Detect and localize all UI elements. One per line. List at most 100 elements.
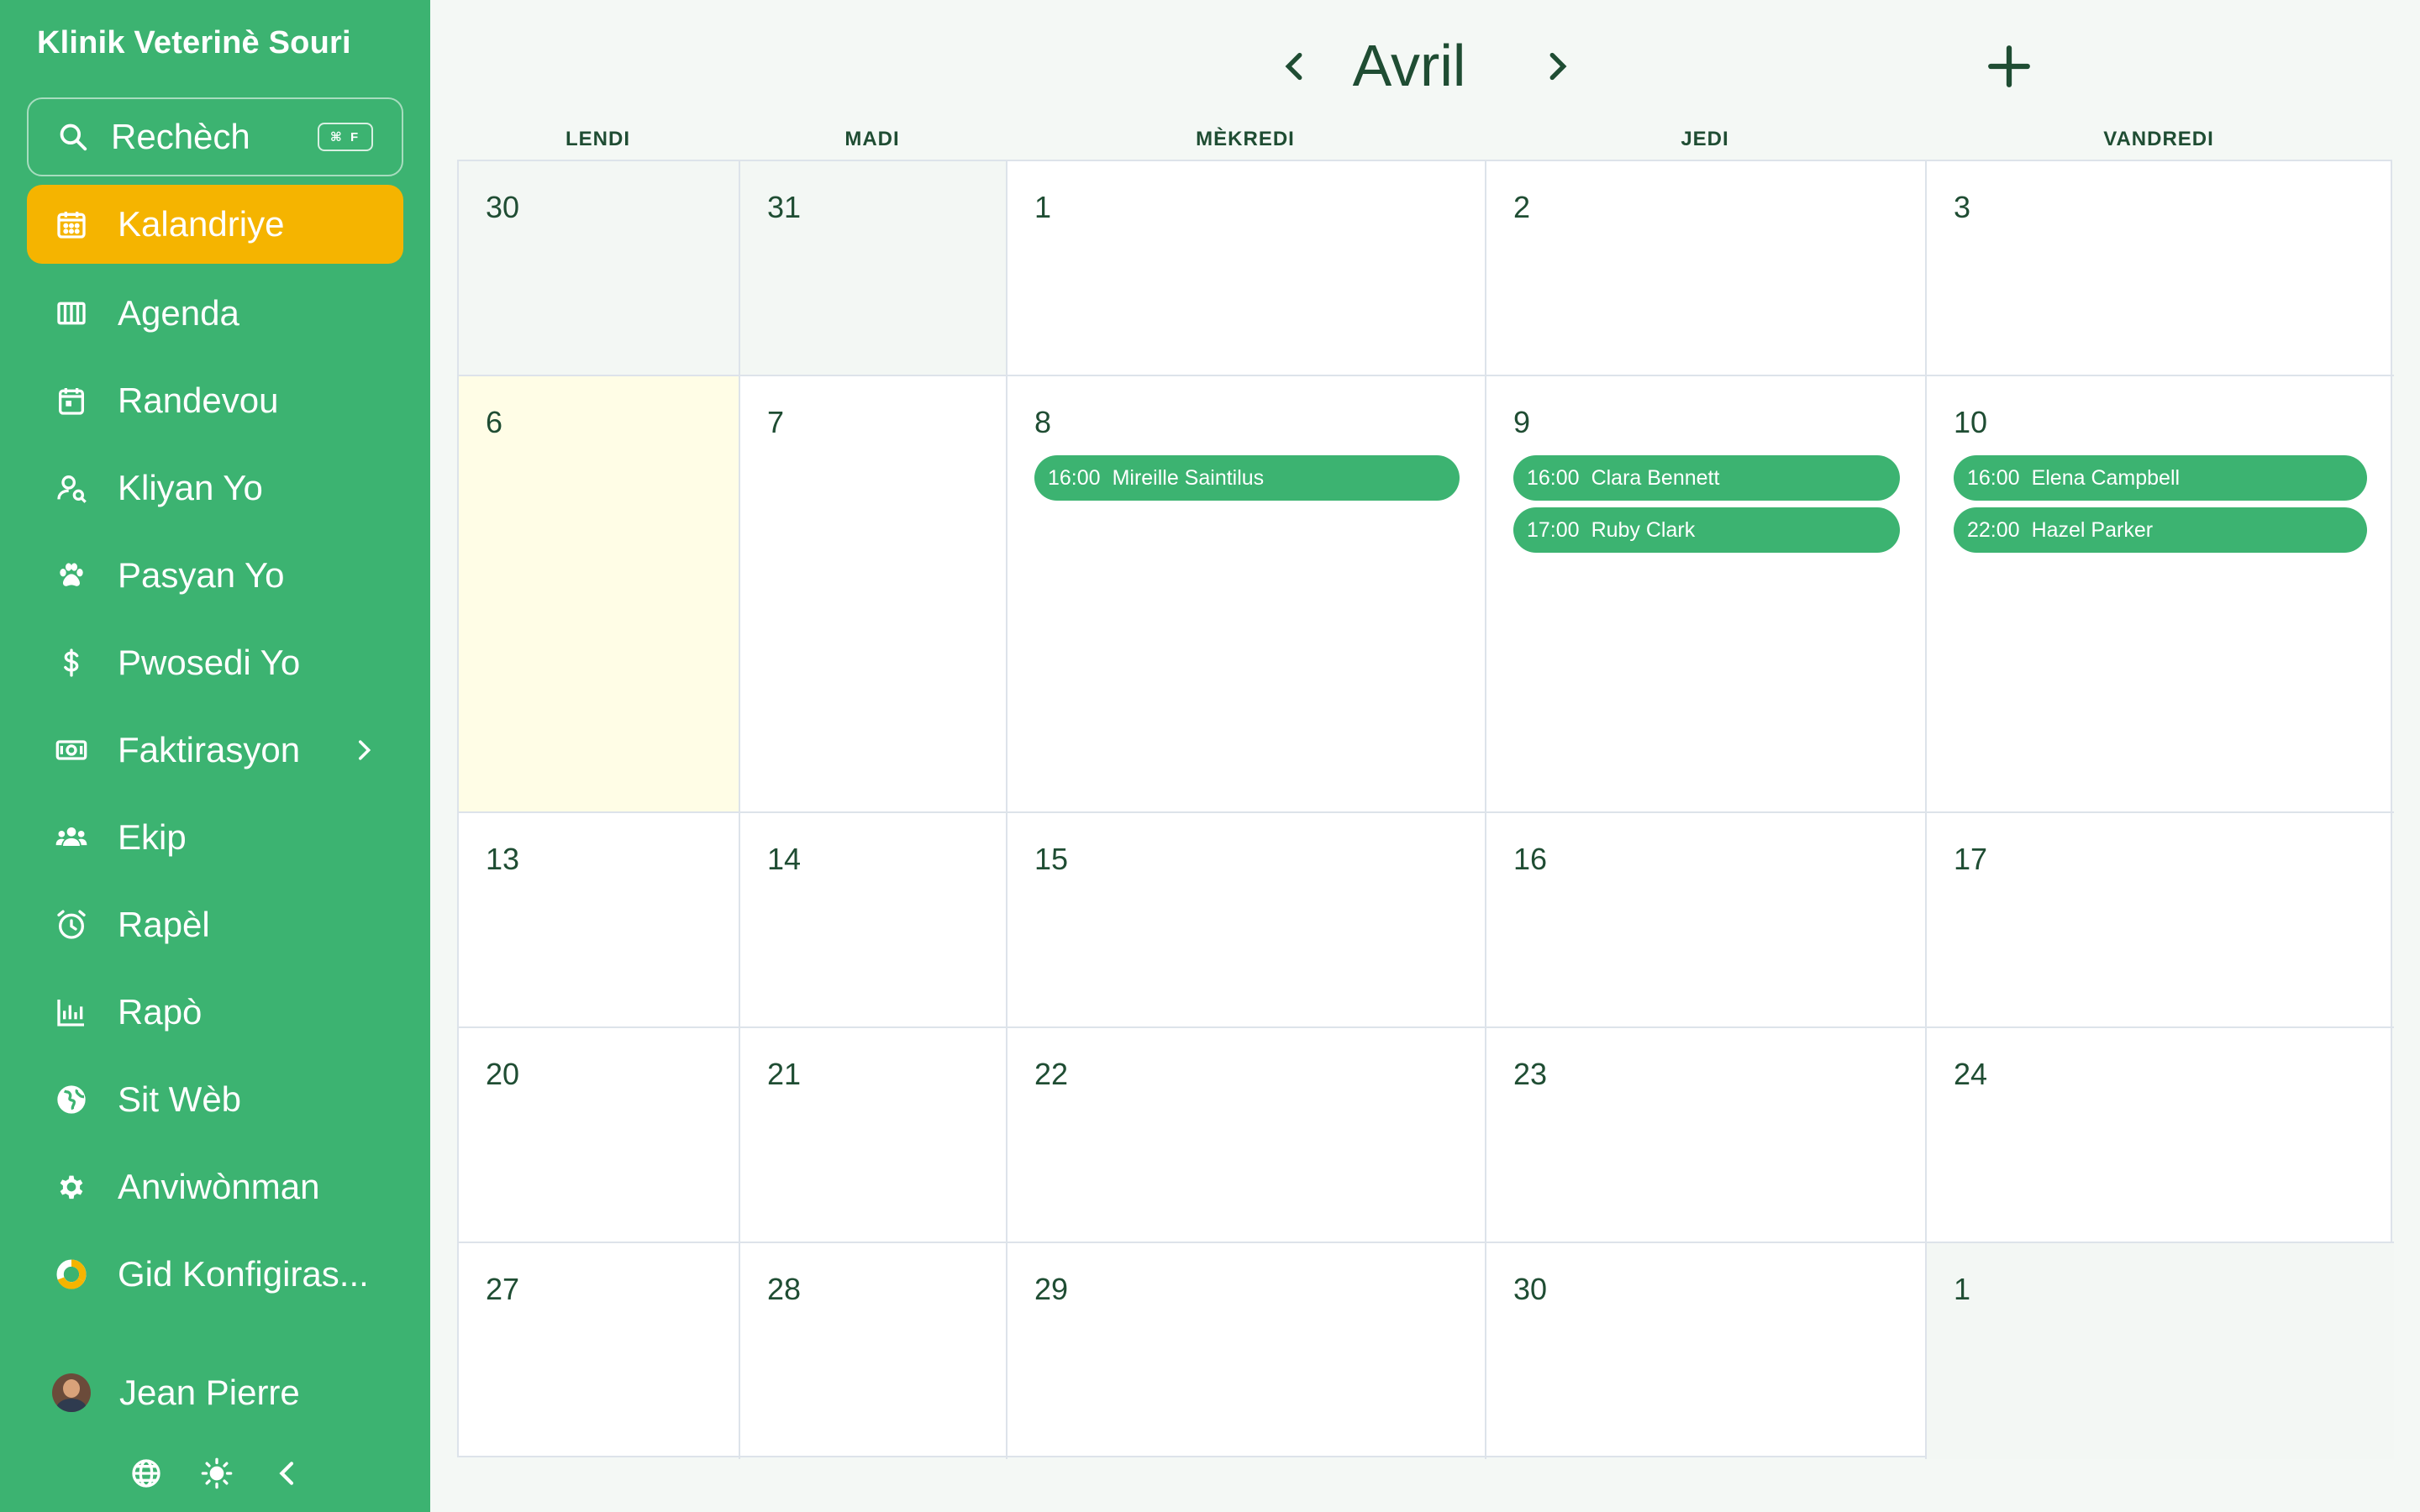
day-cell[interactable]: 17: [1927, 813, 2394, 1028]
sidebar-item-rapo[interactable]: Rapò: [27, 973, 403, 1052]
day-cell[interactable]: 28: [740, 1243, 1007, 1459]
day-cell[interactable]: 1: [1007, 161, 1486, 376]
sidebar-item-agenda[interactable]: Agenda: [27, 274, 403, 353]
day-cell[interactable]: 10 16:00 Elena Campbell 22:00 Hazel Parker: [1927, 376, 2394, 813]
chevron-right-icon: [358, 740, 371, 760]
day-cell[interactable]: 13: [459, 813, 740, 1028]
avatar: [52, 1373, 91, 1412]
search-button[interactable]: Rechèch ⌘ F: [27, 97, 403, 176]
day-cell[interactable]: 30: [1486, 1243, 1927, 1459]
sidebar-item-rapel[interactable]: Rapèl: [27, 885, 403, 964]
sidebar-item-kalandriye[interactable]: Kalandriye: [27, 185, 403, 264]
user-search-icon: [54, 470, 89, 506]
event-client-name: Mireille Saintilus: [1112, 465, 1265, 490]
day-cell[interactable]: 20: [459, 1028, 740, 1243]
day-cell[interactable]: 30: [459, 161, 740, 376]
search-shortcut-badge: ⌘ F: [318, 123, 373, 151]
day-cell[interactable]: 22: [1007, 1028, 1486, 1243]
appointment-event[interactable]: 16:00 Elena Campbell: [1954, 455, 2367, 501]
day-cell[interactable]: 31: [740, 161, 1007, 376]
day-number: 21: [767, 1057, 802, 1091]
sidebar-item-pwosedi-yo[interactable]: Pwosedi Yo: [27, 623, 403, 702]
day-number: 27: [486, 1272, 520, 1306]
event-time: 22:00: [1967, 517, 2020, 542]
clinic-name: Klinik Veterinè Souri: [37, 25, 351, 60]
day-number: 17: [1954, 842, 1988, 876]
weekday-header-vandredi: VANDREDI: [2103, 128, 2214, 150]
add-event-button[interactable]: [1985, 42, 2033, 91]
day-number: 9: [1513, 405, 1531, 439]
next-month-button[interactable]: [1538, 47, 1576, 86]
day-number: 2: [1513, 190, 1531, 224]
sidebar-item-label: Rapèl: [118, 905, 210, 944]
appointment-event[interactable]: 16:00 Clara Bennett: [1513, 455, 1900, 501]
globe-icon: [54, 1082, 89, 1117]
day-cell[interactable]: 15: [1007, 813, 1486, 1028]
sidebar-item-label: Faktirasyon: [118, 730, 301, 769]
sidebar-item-kliyan-yo[interactable]: Kliyan Yo: [27, 449, 403, 528]
sidebar-item-label: Ekip: [118, 817, 187, 857]
calendar-grid-icon: [54, 207, 89, 242]
sidebar: Klinik Veterinè Souri Rechèch ⌘ F Kaland…: [0, 0, 430, 1512]
columns-icon: [54, 296, 89, 331]
event-time: 17:00: [1527, 517, 1580, 542]
weekday-header-jedi: JEDI: [1681, 128, 1729, 150]
weekday-header-lendi: LENDI: [566, 128, 630, 150]
paw-icon: [54, 558, 89, 593]
cash-icon: [54, 732, 89, 768]
user-profile[interactable]: Jean Pierre: [52, 1373, 300, 1413]
day-cell[interactable]: 16: [1486, 813, 1927, 1028]
sidebar-item-pasyan-yo[interactable]: Pasyan Yo: [27, 536, 403, 615]
sun-icon[interactable]: [200, 1457, 234, 1490]
language-globe-icon[interactable]: [129, 1457, 163, 1490]
sidebar-item-sit-web[interactable]: Sit Wèb: [27, 1060, 403, 1139]
day-number: 1: [1954, 1272, 1971, 1306]
sidebar-item-label: Sit Wèb: [118, 1079, 242, 1119]
event-client-name: Ruby Clark: [1591, 517, 1696, 542]
sidebar-item-label: Anviwònman: [118, 1167, 320, 1206]
day-cell[interactable]: 27: [459, 1243, 740, 1459]
day-cell[interactable]: 9 16:00 Clara Bennett 17:00 Ruby Clark: [1486, 376, 1927, 813]
appointment-event[interactable]: 16:00 Mireille Saintilus: [1034, 455, 1460, 501]
gear-icon: [54, 1169, 89, 1205]
sidebar-item-anviwonman[interactable]: Anviwònman: [27, 1147, 403, 1226]
day-cell[interactable]: 2: [1486, 161, 1927, 376]
event-client-name: Clara Bennett: [1591, 465, 1720, 490]
day-number: 6: [486, 405, 503, 439]
calendar-main: Avril LENDI MADI MÈKREDI JEDI VANDREDI 30 31 1…: [430, 0, 2420, 1512]
day-number: 14: [767, 842, 802, 876]
day-cell[interactable]: 1: [1927, 1243, 2394, 1459]
day-cell[interactable]: 29: [1007, 1243, 1486, 1459]
sidebar-item-label: Pwosedi Yo: [118, 643, 301, 682]
event-client-name: Elena Campbell: [2031, 465, 2181, 490]
day-cell[interactable]: 24: [1927, 1028, 2394, 1243]
day-cell[interactable]: 14: [740, 813, 1007, 1028]
sidebar-item-faktirasyon[interactable]: Faktirasyon: [27, 711, 403, 790]
day-cell[interactable]: 7: [740, 376, 1007, 813]
day-number: 30: [486, 190, 520, 224]
sidebar-item-label: Randevou: [118, 381, 279, 420]
day-number: 20: [486, 1057, 520, 1091]
user-name: Jean Pierre: [119, 1373, 300, 1412]
sidebar-item-label: Kliyan Yo: [118, 468, 263, 507]
event-client-name: Hazel Parker: [2031, 517, 2154, 542]
day-cell[interactable]: 23: [1486, 1028, 1927, 1243]
month-title: Avril: [1352, 33, 1466, 98]
appointment-event[interactable]: 22:00 Hazel Parker: [1954, 507, 2367, 553]
event-time: 16:00: [1967, 465, 2020, 490]
team-icon: [54, 820, 89, 855]
sidebar-footer: [129, 1457, 304, 1490]
day-number: 24: [1954, 1057, 1988, 1091]
collapse-chevron-icon[interactable]: [271, 1457, 304, 1490]
sidebar-item-randevou[interactable]: Randevou: [27, 361, 403, 440]
day-cell[interactable]: 3: [1927, 161, 2394, 376]
appointment-event[interactable]: 17:00 Ruby Clark: [1513, 507, 1900, 553]
day-cell[interactable]: 8 16:00 Mireille Saintilus: [1007, 376, 1486, 813]
sidebar-item-gid-konfigirasyon[interactable]: Gid Konfigiras...: [27, 1235, 403, 1314]
day-cell[interactable]: 6: [459, 376, 740, 813]
event-time: 16:00: [1527, 465, 1580, 490]
day-number: 31: [767, 190, 802, 224]
sidebar-item-label: Pasyan Yo: [118, 555, 285, 595]
sidebar-item-ekip[interactable]: Ekip: [27, 798, 403, 877]
day-cell[interactable]: 21: [740, 1028, 1007, 1243]
